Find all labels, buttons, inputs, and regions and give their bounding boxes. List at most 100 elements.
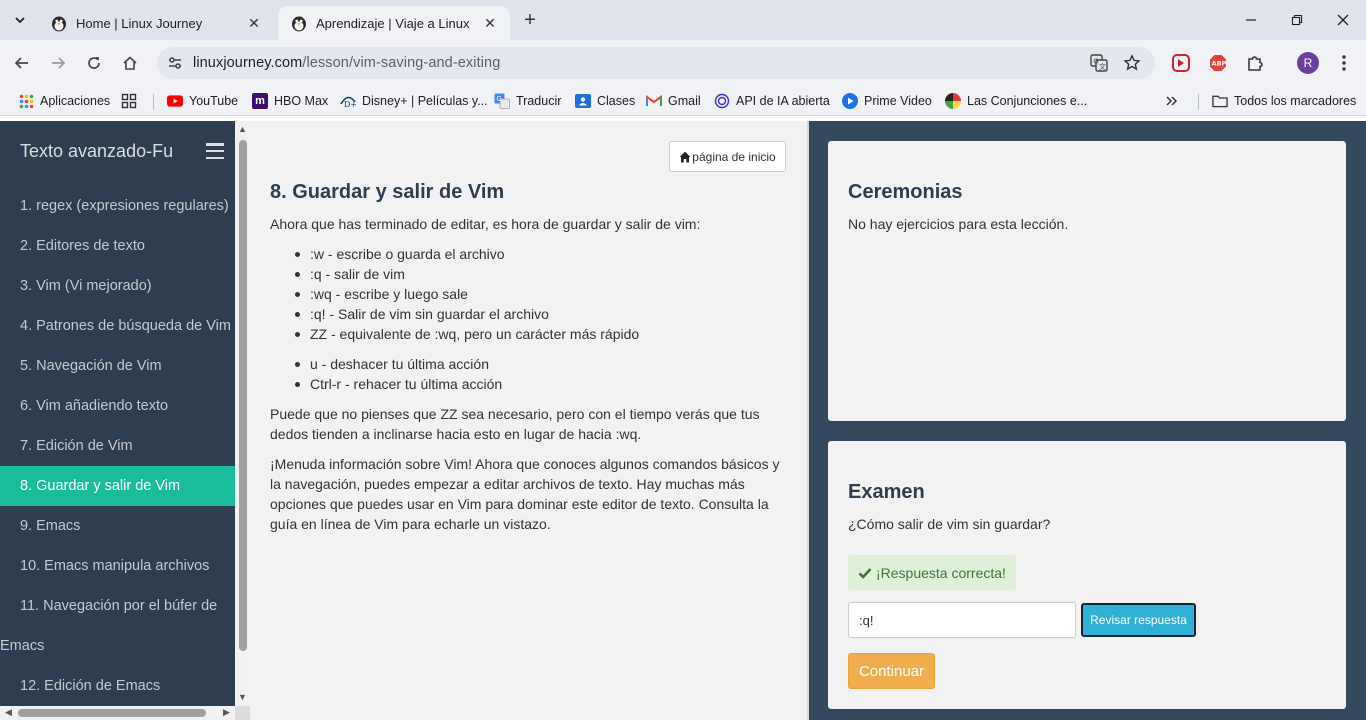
tab-title: Aprendizaje | Viaje a Linux (316, 15, 470, 31)
home-icon (679, 151, 691, 162)
adblock-plus-button[interactable]: ABP (1207, 52, 1229, 74)
home-button-label: página de inicio (692, 149, 776, 164)
scroll-down-arrow-icon[interactable]: ▼ (238, 693, 247, 702)
hamburger-menu-icon[interactable] (206, 143, 224, 159)
sidebar-item-editores-texto[interactable]: 2. Editores de texto (0, 226, 235, 266)
url-host: linuxjourney.com (193, 55, 303, 71)
close-window-button[interactable] (1320, 6, 1366, 34)
bookmark-prime-video[interactable]: Prime Video (842, 91, 932, 111)
list-item: :q! - Salir de vim sin guardar el archiv… (290, 304, 639, 324)
extension-button-red[interactable] (1170, 52, 1192, 74)
bookmark-aplicaciones[interactable]: Aplicaciones (18, 91, 110, 111)
back-button[interactable] (8, 49, 36, 77)
all-bookmarks-folder[interactable]: Todos los marcadores (1212, 91, 1356, 111)
video-extension-icon (1172, 54, 1190, 72)
sidebar-item-vim-anadiendo-texto[interactable]: 6. Vim añadiendo texto (0, 386, 235, 426)
checkmark-icon (858, 567, 872, 579)
openai-icon (714, 93, 730, 109)
sidebar-item-emacs-archivos[interactable]: 10. Emacs manipula archivos (0, 546, 235, 586)
sidebar-item-emacs-navegacion-bufer[interactable]: 11. Navegación por el búfer de (0, 586, 235, 626)
bookmark-label: YouTube (189, 94, 239, 108)
scroll-up-arrow-icon[interactable]: ▲ (238, 125, 247, 134)
translate-page-button[interactable]: G文 (1089, 53, 1109, 73)
new-tab-button[interactable]: + (518, 8, 542, 32)
bookmark-traducir[interactable]: G Traducir (494, 91, 561, 111)
bookmark-youtube[interactable]: YouTube (167, 91, 238, 111)
tab-search-button[interactable] (7, 7, 33, 33)
kebab-menu-icon (1342, 55, 1346, 71)
sidebar-item-vim-patrones[interactable]: 4. Patrones de búsqueda de Vim (0, 306, 235, 346)
bookmark-label: Traducir (516, 94, 562, 108)
address-bar[interactable]: linuxjourney.com/lesson/vim-saving-and-e… (157, 47, 1155, 79)
conjunciones-icon (945, 93, 961, 109)
gmail-icon (646, 93, 662, 109)
lesson-paragraph: Puede que no pienses que ZZ sea necesari… (270, 406, 760, 442)
list-item: u - deshacer tu última acción (290, 354, 502, 374)
bookmark-clases[interactable]: Clases (575, 91, 635, 111)
close-icon (1337, 14, 1349, 26)
tab-title: Home | Linux Journey (76, 15, 203, 31)
sidebar-item-label: 11. Navegación por el búfer de (20, 598, 218, 614)
tune-icon (169, 57, 181, 69)
close-tab-icon[interactable]: ✕ (480, 13, 500, 33)
sidebar-horizontal-scrollbar[interactable]: ◀ ▶ (0, 706, 235, 720)
svg-text:G: G (1093, 58, 1098, 66)
sidebar-item-emacs-edicion[interactable]: 12. Edición de Emacs (0, 666, 235, 706)
tab-home-linux-journey[interactable]: Home | Linux Journey ✕ (38, 6, 274, 40)
bookmark-hbo-max[interactable]: m HBO Max (252, 91, 328, 111)
answer-input[interactable] (848, 602, 1076, 638)
scroll-right-arrow-icon[interactable]: ▶ (222, 708, 231, 717)
home-browser-button[interactable] (116, 49, 144, 77)
apps-grid-icon (18, 93, 34, 109)
sidebar-item-label: 2. Editores de texto (20, 238, 145, 254)
profile-avatar[interactable]: R (1297, 52, 1319, 74)
reload-button[interactable] (80, 49, 108, 77)
sidebar-item-label: 10. Emacs manipula archivos (20, 558, 210, 574)
sidebar-item-vim[interactable]: 3. Vim (Vi mejorado) (0, 266, 235, 306)
restore-button[interactable] (1274, 6, 1320, 34)
url-text: linuxjourney.com/lesson/vim-saving-and-e… (193, 55, 500, 71)
sidebar-item-vim-edicion[interactable]: 7. Edición de Vim (0, 426, 235, 466)
scrollbar-thumb[interactable] (18, 709, 206, 717)
close-tab-icon[interactable]: ✕ (244, 13, 264, 33)
sidebar-item-vim-navegacion[interactable]: 5. Navegación de Vim (0, 346, 235, 386)
list-item: :q - salir de vim (290, 264, 639, 284)
scroll-left-arrow-icon[interactable]: ◀ (4, 708, 13, 717)
sidebar-item-emacs[interactable]: 9. Emacs (0, 506, 235, 546)
bookmark-api-ia-abierta[interactable]: API de IA abierta (714, 91, 830, 111)
tab-groups-button[interactable] (121, 91, 137, 111)
browser-menu-button[interactable] (1333, 52, 1355, 74)
bookmark-star-button[interactable] (1122, 53, 1142, 73)
tab-aprendizaje[interactable]: Aprendizaje | Viaje a Linux ✕ (278, 6, 510, 40)
quiz-title: Examen (848, 481, 925, 503)
sidebar-item-label: 1. regex (expresiones regulares) (20, 198, 229, 214)
sidebar-item-label: 6. Vim añadiendo texto (20, 398, 169, 414)
bookmark-label: Prime Video (864, 94, 932, 108)
site-info-button[interactable] (165, 53, 185, 73)
more-bookmarks-button[interactable] (1165, 91, 1179, 111)
undo-commands-list: u - deshacer tu última acción Ctrl-r - r… (290, 354, 502, 394)
disney-plus-icon: D+ (340, 93, 356, 109)
minimize-button[interactable] (1228, 6, 1274, 34)
bookmark-label: Todos los marcadores (1234, 94, 1357, 108)
sidebar-item-guardar-salir-vim[interactable]: 8. Guardar y salir de Vim (0, 466, 235, 506)
bookmark-label: Las Conjunciones e... (967, 94, 1088, 108)
forward-button[interactable] (44, 49, 72, 77)
bookmark-gmail[interactable]: Gmail (646, 91, 701, 111)
tab-strip: Home | Linux Journey ✕ Aprendizaje | Via… (0, 0, 1366, 40)
sidebar-item-regex[interactable]: 1. regex (expresiones regulares) (0, 186, 235, 226)
check-answer-button[interactable]: Revisar respuesta (1081, 603, 1196, 637)
quiz-panel: Examen ¿Cómo salir de vim sin guardar? ¡… (828, 441, 1346, 709)
sidebar-item-emacs-navegacion-bufer-cont[interactable]: Emacs (0, 626, 235, 666)
bookmark-label: Disney+ | Películas y... (362, 94, 488, 108)
browser-toolbar: linuxjourney.com/lesson/vim-saving-and-e… (0, 40, 1366, 86)
scrollbar-thumb[interactable] (239, 140, 247, 651)
sidebar-vertical-scrollbar[interactable]: ▲ ▼ (235, 121, 250, 706)
bookmark-conjunciones[interactable]: Las Conjunciones e... (945, 91, 1087, 111)
home-page-button[interactable]: página de inicio (669, 141, 786, 172)
extensions-button[interactable] (1244, 52, 1266, 74)
scrollbar-corner (235, 706, 250, 720)
continue-button[interactable]: Continuar (848, 653, 935, 689)
bookmark-disney-plus[interactable]: D+ Disney+ | Películas y... (340, 91, 488, 111)
minimize-icon (1246, 19, 1256, 21)
